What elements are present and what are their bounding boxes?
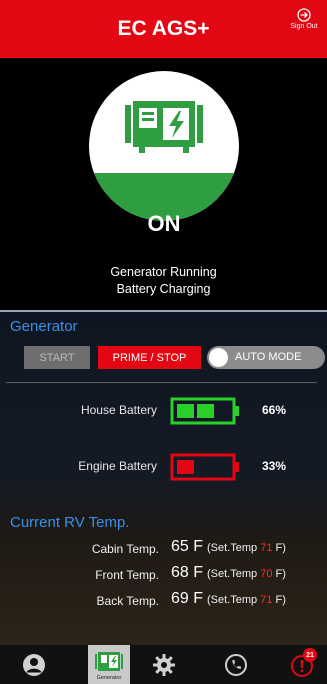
control-panel: Generator START PRIME / STOP AUTO MODE H… [0, 310, 327, 644]
engine-battery-label: Engine Battery [78, 459, 157, 473]
tab-profile[interactable] [14, 645, 54, 684]
generator-status-circle[interactable] [89, 71, 239, 221]
alert-count-badge: 21 [303, 648, 317, 662]
user-icon [23, 654, 45, 676]
start-button[interactable]: START [24, 346, 90, 369]
app-title: EC AGS+ [117, 17, 210, 40]
front-temp-row: Front Temp. 68 F (Set.Temp 70 F) [0, 564, 327, 586]
front-temp-value: 68 F [171, 564, 204, 581]
front-temp-label: Front Temp. [95, 568, 159, 582]
set-temp-prefix: (Set.Temp [207, 594, 258, 606]
engine-battery-row: Engine Battery 33% [0, 452, 327, 482]
gear-icon [153, 654, 175, 676]
back-temp-label: Back Temp. [96, 594, 159, 608]
status-message: Generator Running Battery Charging [0, 264, 327, 298]
toggle-knob [209, 348, 228, 367]
sign-out-icon [297, 8, 311, 22]
bottom-tab-bar: Generator 21 [0, 644, 327, 684]
generator-section-title: Generator [10, 318, 78, 335]
sign-out-button[interactable]: Sign Out [287, 8, 321, 30]
cabin-temp-label: Cabin Temp. [91, 542, 159, 556]
generator-icon [125, 101, 203, 153]
tab-settings[interactable] [144, 645, 184, 684]
house-battery-percent: 66% [262, 403, 287, 417]
house-battery-row: House Battery 66% [0, 396, 327, 426]
set-temp-suffix: F) [275, 594, 286, 606]
section-divider [6, 382, 317, 383]
house-battery-label: House Battery [80, 403, 157, 417]
app-header: EC AGS+ Sign Out [0, 0, 327, 58]
status-line-running: Generator Running [110, 265, 217, 279]
auto-mode-toggle[interactable]: AUTO MODE [207, 346, 325, 369]
engine-battery-percent: 33% [262, 459, 287, 473]
house-battery-icon [170, 397, 239, 425]
phone-icon [225, 654, 247, 676]
tab-generator[interactable]: Generator [88, 645, 130, 684]
auto-mode-label: AUTO MODE [235, 351, 302, 363]
cabin-set-temp-value: 71 [260, 542, 273, 554]
cabin-temp-row: Cabin Temp. 65 F (Set.Temp 71 F) [0, 538, 327, 560]
set-temp-prefix: (Set.Temp [207, 568, 258, 580]
tab-phone[interactable] [216, 645, 256, 684]
prime-stop-button[interactable]: PRIME / STOP [98, 346, 201, 369]
engine-battery-icon [170, 453, 239, 481]
back-temp-row: Back Temp. 69 F (Set.Temp 71 F) [0, 590, 327, 612]
tab-alerts[interactable]: 21 [282, 645, 322, 684]
generator-state-label: ON [147, 211, 181, 236]
status-line-charging: Battery Charging [116, 282, 211, 296]
back-set-temp-value: 71 [260, 594, 273, 606]
front-set-temp: (Set.Temp 70 F) [207, 568, 286, 580]
set-temp-prefix: (Set.Temp [207, 542, 258, 554]
set-temp-suffix: F) [275, 542, 286, 554]
sign-out-label: Sign Out [290, 23, 318, 30]
status-area: ON Generator Running Battery Charging [0, 58, 327, 310]
rv-temp-section-title: Current RV Temp. [10, 514, 130, 531]
set-temp-suffix: F) [275, 568, 286, 580]
tab-generator-label: Generator [96, 674, 122, 681]
generator-icon [95, 651, 123, 671]
cabin-set-temp: (Set.Temp 71 F) [207, 542, 286, 554]
cabin-temp-value: 65 F [171, 538, 204, 555]
panel-separator [0, 310, 327, 312]
back-temp-value: 69 F [171, 590, 204, 607]
front-set-temp-value: 70 [260, 568, 273, 580]
back-set-temp: (Set.Temp 71 F) [207, 594, 286, 606]
